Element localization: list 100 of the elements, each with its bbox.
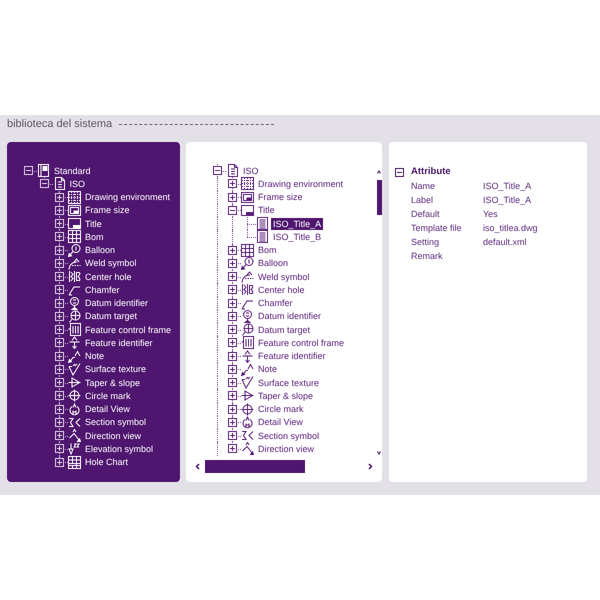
expand-icon[interactable] (228, 179, 237, 188)
tree-item[interactable]: Section symbol (256, 430, 322, 442)
tree-item[interactable]: Direction view (256, 442, 316, 455)
expand-icon[interactable] (228, 418, 237, 427)
tree-item[interactable]: Drawing environment (83, 191, 172, 204)
book-icon (37, 164, 50, 178)
collapse-icon[interactable] (395, 168, 404, 176)
tree-item[interactable]: Hole Chart (83, 456, 130, 468)
tree-item[interactable]: Note (83, 350, 106, 362)
lined-page-icon (256, 230, 269, 244)
property-value: default.xml (483, 236, 527, 248)
property-name: Setting (411, 236, 440, 248)
tree-item[interactable]: Detail View (256, 416, 305, 428)
expand-icon[interactable] (228, 325, 237, 334)
expand-icon[interactable] (228, 285, 237, 294)
expand-icon[interactable] (228, 352, 237, 360)
tree-item[interactable]: Weld symbol (256, 270, 312, 283)
tree-item[interactable]: Chamfer (256, 297, 295, 310)
tree-item[interactable]: Surface texture (256, 376, 322, 389)
section-symbol-icon (68, 416, 81, 429)
expand-icon[interactable] (228, 258, 237, 268)
tree-item[interactable]: Chamfer (83, 284, 122, 296)
expand-icon[interactable] (228, 338, 237, 348)
scrollbar-thumb[interactable] (205, 460, 305, 472)
target-icon (68, 310, 81, 323)
detail-circle-icon (68, 402, 81, 416)
tree-item[interactable]: Section symbol (83, 416, 148, 428)
frame-icon (68, 204, 81, 217)
tree-item[interactable]: Bom (83, 230, 106, 243)
hole-chart-icon (68, 456, 81, 469)
tree-item[interactable]: Drawing environment (256, 178, 346, 190)
tree-item[interactable]: Datum identifier (83, 297, 150, 310)
tree-item[interactable]: Title (83, 218, 104, 230)
group-label: Attribute (411, 166, 451, 178)
expand-icon[interactable] (228, 364, 237, 374)
title-block-icon (241, 204, 254, 217)
lined-page-icon (256, 217, 269, 230)
expand-icon[interactable] (228, 312, 237, 321)
direction-arrow-icon (241, 442, 254, 456)
tree-item[interactable]: Balloon (83, 244, 118, 256)
tree-item[interactable]: Detail View (83, 403, 132, 416)
leader-note-icon (68, 350, 81, 363)
center-hole-icon (241, 283, 254, 296)
property-name: Default (411, 208, 441, 220)
document-icon (52, 177, 66, 190)
title-block-icon (68, 217, 81, 230)
scrollbar-thumb[interactable] (377, 180, 382, 215)
tree-item[interactable]: Frame size (256, 191, 305, 204)
weld-symbol-icon (68, 256, 81, 270)
tree-item[interactable]: ISO_Title_B (271, 230, 324, 243)
tree-item[interactable]: Circle mark (83, 390, 133, 402)
tree-item[interactable]: Circle mark (256, 403, 306, 416)
tree-item[interactable]: Elevation symbol (83, 442, 156, 455)
expand-icon[interactable] (228, 298, 237, 308)
tree-item[interactable]: Surface texture (83, 363, 148, 376)
tree-item[interactable]: Datum target (256, 324, 312, 336)
property-name: Remark (411, 250, 444, 262)
tree-item[interactable]: Balloon (256, 257, 290, 270)
tree-item[interactable]: Note (256, 363, 280, 376)
tree-item[interactable]: ISO_Title_A (271, 218, 324, 230)
tree-item[interactable]: Datum identifier (256, 310, 324, 322)
section-title: biblioteca del sistema (7, 118, 112, 130)
tree-item[interactable]: Feature control frame (256, 336, 346, 349)
tree-item[interactable]: Center hole (83, 270, 134, 283)
frame-icon (241, 190, 254, 204)
tree-item[interactable]: Datum target (83, 310, 140, 322)
expand-icon[interactable] (228, 431, 237, 440)
tree-item[interactable]: Title (256, 204, 277, 216)
expand-icon[interactable] (228, 444, 237, 454)
tree-item[interactable]: Taper & slope (256, 390, 316, 402)
expand-icon[interactable] (228, 391, 237, 400)
scroll-right-icon[interactable] (368, 462, 373, 470)
balloon-icon (68, 244, 81, 257)
expand-icon[interactable] (228, 404, 237, 414)
expand-icon[interactable] (228, 246, 237, 254)
tree-item[interactable]: ISO (241, 164, 261, 177)
scroll-up-icon[interactable] (377, 170, 381, 174)
surface-texture-icon (68, 362, 81, 376)
tree-item[interactable]: Feature identifier (83, 336, 155, 349)
tree-item[interactable]: ISO (68, 178, 88, 190)
expand-icon[interactable] (228, 192, 237, 202)
tree-item[interactable]: Center hole (256, 284, 307, 296)
tree-item[interactable]: Standard (52, 164, 93, 177)
tree-item[interactable]: Taper & slope (83, 376, 142, 389)
tree-item[interactable]: Frame size (83, 204, 132, 216)
collapse-icon[interactable] (213, 166, 222, 175)
tree-item[interactable]: Bom (256, 244, 279, 256)
property-value: ISO_Title_A (483, 180, 532, 192)
property-value: Yes (483, 208, 498, 220)
scroll-left-icon[interactable] (195, 462, 200, 470)
tree-item[interactable]: Direction view (83, 430, 144, 442)
tree-item[interactable]: Feature identifier (256, 350, 328, 362)
scroll-down-icon[interactable] (377, 451, 381, 455)
expand-icon[interactable] (228, 272, 237, 281)
table-icon (68, 230, 81, 244)
tree-item[interactable]: Weld symbol (83, 257, 138, 270)
grid-icon (68, 190, 81, 204)
expand-icon[interactable] (228, 378, 237, 387)
tree-item[interactable]: Feature control frame (83, 324, 174, 336)
collapse-icon[interactable] (228, 206, 237, 215)
